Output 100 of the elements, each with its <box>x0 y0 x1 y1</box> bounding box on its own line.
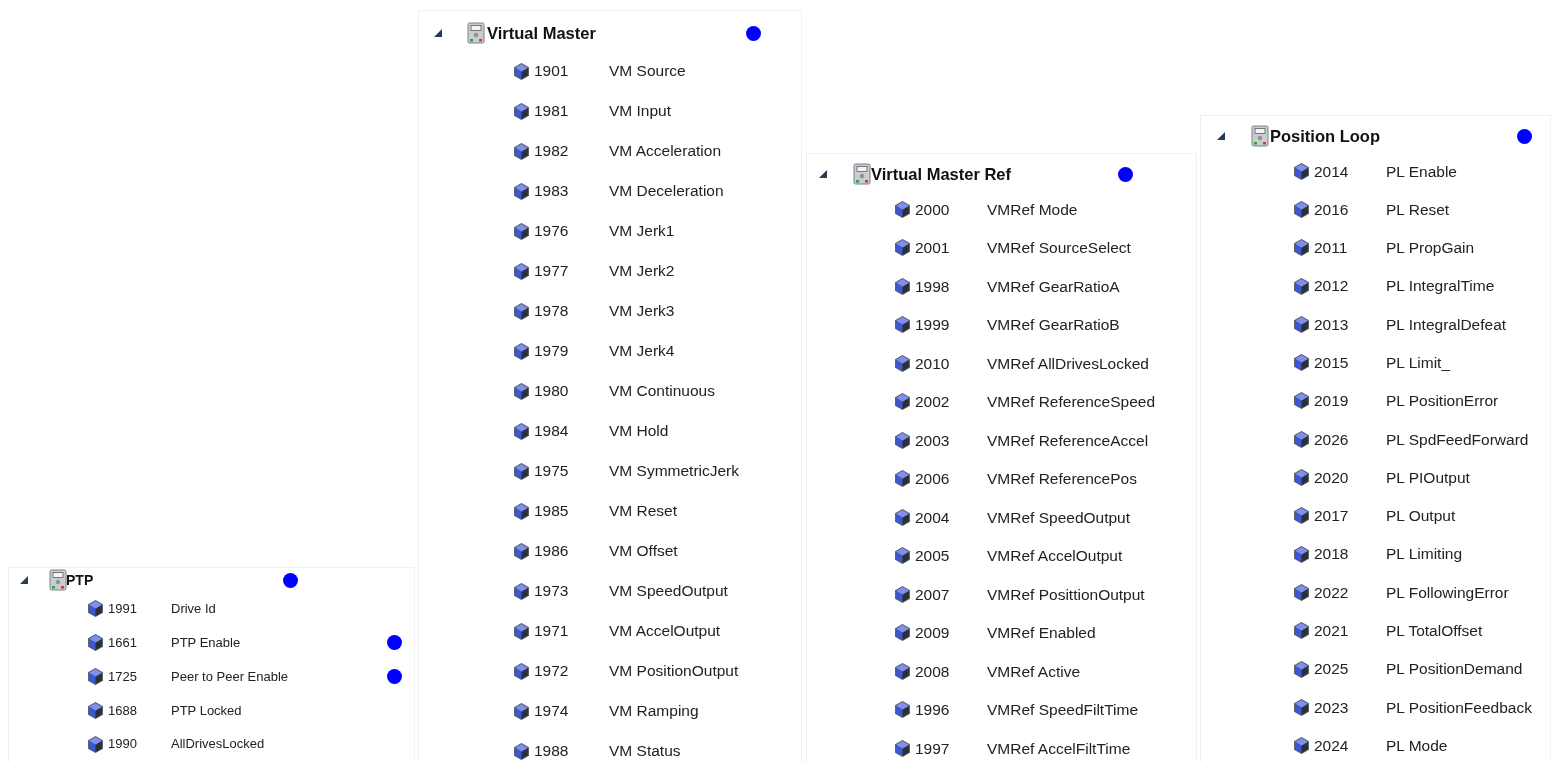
parameter-number: 2020 <box>1314 467 1350 488</box>
parameter-number: 1972 <box>534 661 570 682</box>
parameter-number: 2018 <box>1314 544 1350 565</box>
group-title: PTP <box>66 570 95 590</box>
parameter-name: PL Mode <box>1386 735 1449 756</box>
parameter-name: Peer to Peer Enable <box>171 667 290 686</box>
parameter-number: 1984 <box>534 421 570 442</box>
parameter-number: 1974 <box>534 701 570 722</box>
parameter-name: PL SpdFeedForward <box>1386 429 1529 450</box>
parameter-number: 1982 <box>534 141 570 162</box>
parameter-name: PL Output <box>1386 506 1457 527</box>
parameter-number: 2014 <box>1314 161 1350 182</box>
collapse-arrow-icon[interactable] <box>19 575 29 585</box>
cube-icon <box>1293 698 1310 716</box>
parameter-number: 1725 <box>108 667 138 686</box>
cube-icon <box>513 702 530 720</box>
parameter-name: PTP Locked <box>171 701 243 720</box>
cube-icon <box>1293 392 1310 410</box>
parameter-number: 2016 <box>1314 199 1350 220</box>
parameter-number: 2015 <box>1314 353 1350 373</box>
collapse-arrow-icon[interactable] <box>818 169 828 179</box>
parameter-number: 1978 <box>534 301 570 322</box>
cube-icon <box>513 342 530 360</box>
parameter-name: VMRef PosittionOutput <box>987 584 1146 605</box>
parameter-number: 2025 <box>1314 659 1350 680</box>
cube-icon <box>513 222 530 240</box>
cube-icon <box>87 634 104 652</box>
parameter-number: 1979 <box>534 341 570 362</box>
drive-unit-icon <box>1251 125 1269 147</box>
parameter-name: VMRef Mode <box>987 199 1079 220</box>
cube-icon <box>1293 162 1310 180</box>
cube-icon <box>1293 583 1310 601</box>
parameter-number: 1981 <box>534 101 570 122</box>
cube-icon <box>1293 200 1310 218</box>
parameter-number: 2026 <box>1314 429 1350 450</box>
cube-icon <box>513 462 530 480</box>
cube-icon <box>513 62 530 80</box>
cube-icon <box>513 422 530 440</box>
parameter-name: AllDrivesLocked <box>171 735 266 754</box>
collapse-arrow-icon[interactable] <box>433 28 443 38</box>
parameter-name: VM Hold <box>609 421 670 442</box>
parameter-number: 2013 <box>1314 314 1350 335</box>
parameter-name: VM SymmetricJerk <box>609 461 741 482</box>
cube-icon <box>894 239 911 257</box>
parameter-number: 1973 <box>534 581 570 602</box>
cube-icon <box>513 302 530 320</box>
drive-unit-icon <box>853 163 871 185</box>
cube-icon <box>513 182 530 200</box>
cube-icon <box>513 502 530 520</box>
parameter-name: VMRef GearRatioA <box>987 276 1121 297</box>
cube-icon <box>894 470 911 488</box>
cube-icon <box>894 508 911 526</box>
cube-icon <box>894 431 911 449</box>
cube-icon <box>513 622 530 640</box>
cube-icon <box>1293 469 1310 486</box>
cube-icon <box>1293 354 1310 372</box>
parameter-number: 1980 <box>534 381 570 402</box>
cube-icon <box>894 547 911 565</box>
parameter-number: 2024 <box>1314 735 1350 756</box>
collapse-arrow-icon[interactable] <box>1216 131 1226 141</box>
group-title: Virtual Master Ref <box>871 163 1012 185</box>
parameter-name: VM Input <box>609 101 673 122</box>
cube-icon <box>87 668 104 685</box>
parameter-name: VM Reset <box>609 501 679 522</box>
parameter-number: 1688 <box>108 701 138 720</box>
parameter-name: VM Deceleration <box>609 181 725 202</box>
parameter-number: 1983 <box>534 181 570 202</box>
parameter-number: 2021 <box>1314 621 1350 642</box>
parameter-number: 2010 <box>915 353 951 374</box>
cube-icon <box>513 262 530 280</box>
parameter-name: PL Limiting <box>1386 544 1464 565</box>
parameter-name: VM Offset <box>609 541 679 562</box>
cube-icon <box>894 316 911 334</box>
parameter-number: 2012 <box>1314 276 1350 297</box>
cube-icon <box>894 393 911 411</box>
cube-icon <box>87 600 104 618</box>
cube-icon <box>1293 239 1310 257</box>
parameter-name: PL PIOutput <box>1386 467 1471 488</box>
parameter-number: 2007 <box>915 584 951 605</box>
cube-icon <box>1293 430 1310 448</box>
parameter-number: 2000 <box>915 199 951 220</box>
cube-icon <box>1293 315 1310 333</box>
parameter-number: 2008 <box>915 661 951 682</box>
cube-icon <box>894 277 911 295</box>
parameter-name: VMRef SpeedFiltTime <box>987 700 1140 721</box>
parameter-number: 2005 <box>915 546 951 567</box>
cube-icon <box>513 102 530 120</box>
parameter-number: 1997 <box>915 738 951 759</box>
parameter-number: 2002 <box>915 392 951 413</box>
parameter-number: 2017 <box>1314 506 1350 527</box>
parameter-number: 1976 <box>534 221 570 242</box>
parameter-name: PL PropGain <box>1386 238 1476 259</box>
cube-icon <box>894 739 911 757</box>
parameter-number: 1901 <box>534 61 570 82</box>
parameter-name: VM Acceleration <box>609 141 722 162</box>
parameter-number: 2006 <box>915 469 951 490</box>
parameter-number: 2001 <box>915 238 951 259</box>
parameter-number: 1996 <box>915 700 951 721</box>
parameter-name: VMRef SpeedOutput <box>987 507 1132 528</box>
cube-icon <box>513 542 530 560</box>
